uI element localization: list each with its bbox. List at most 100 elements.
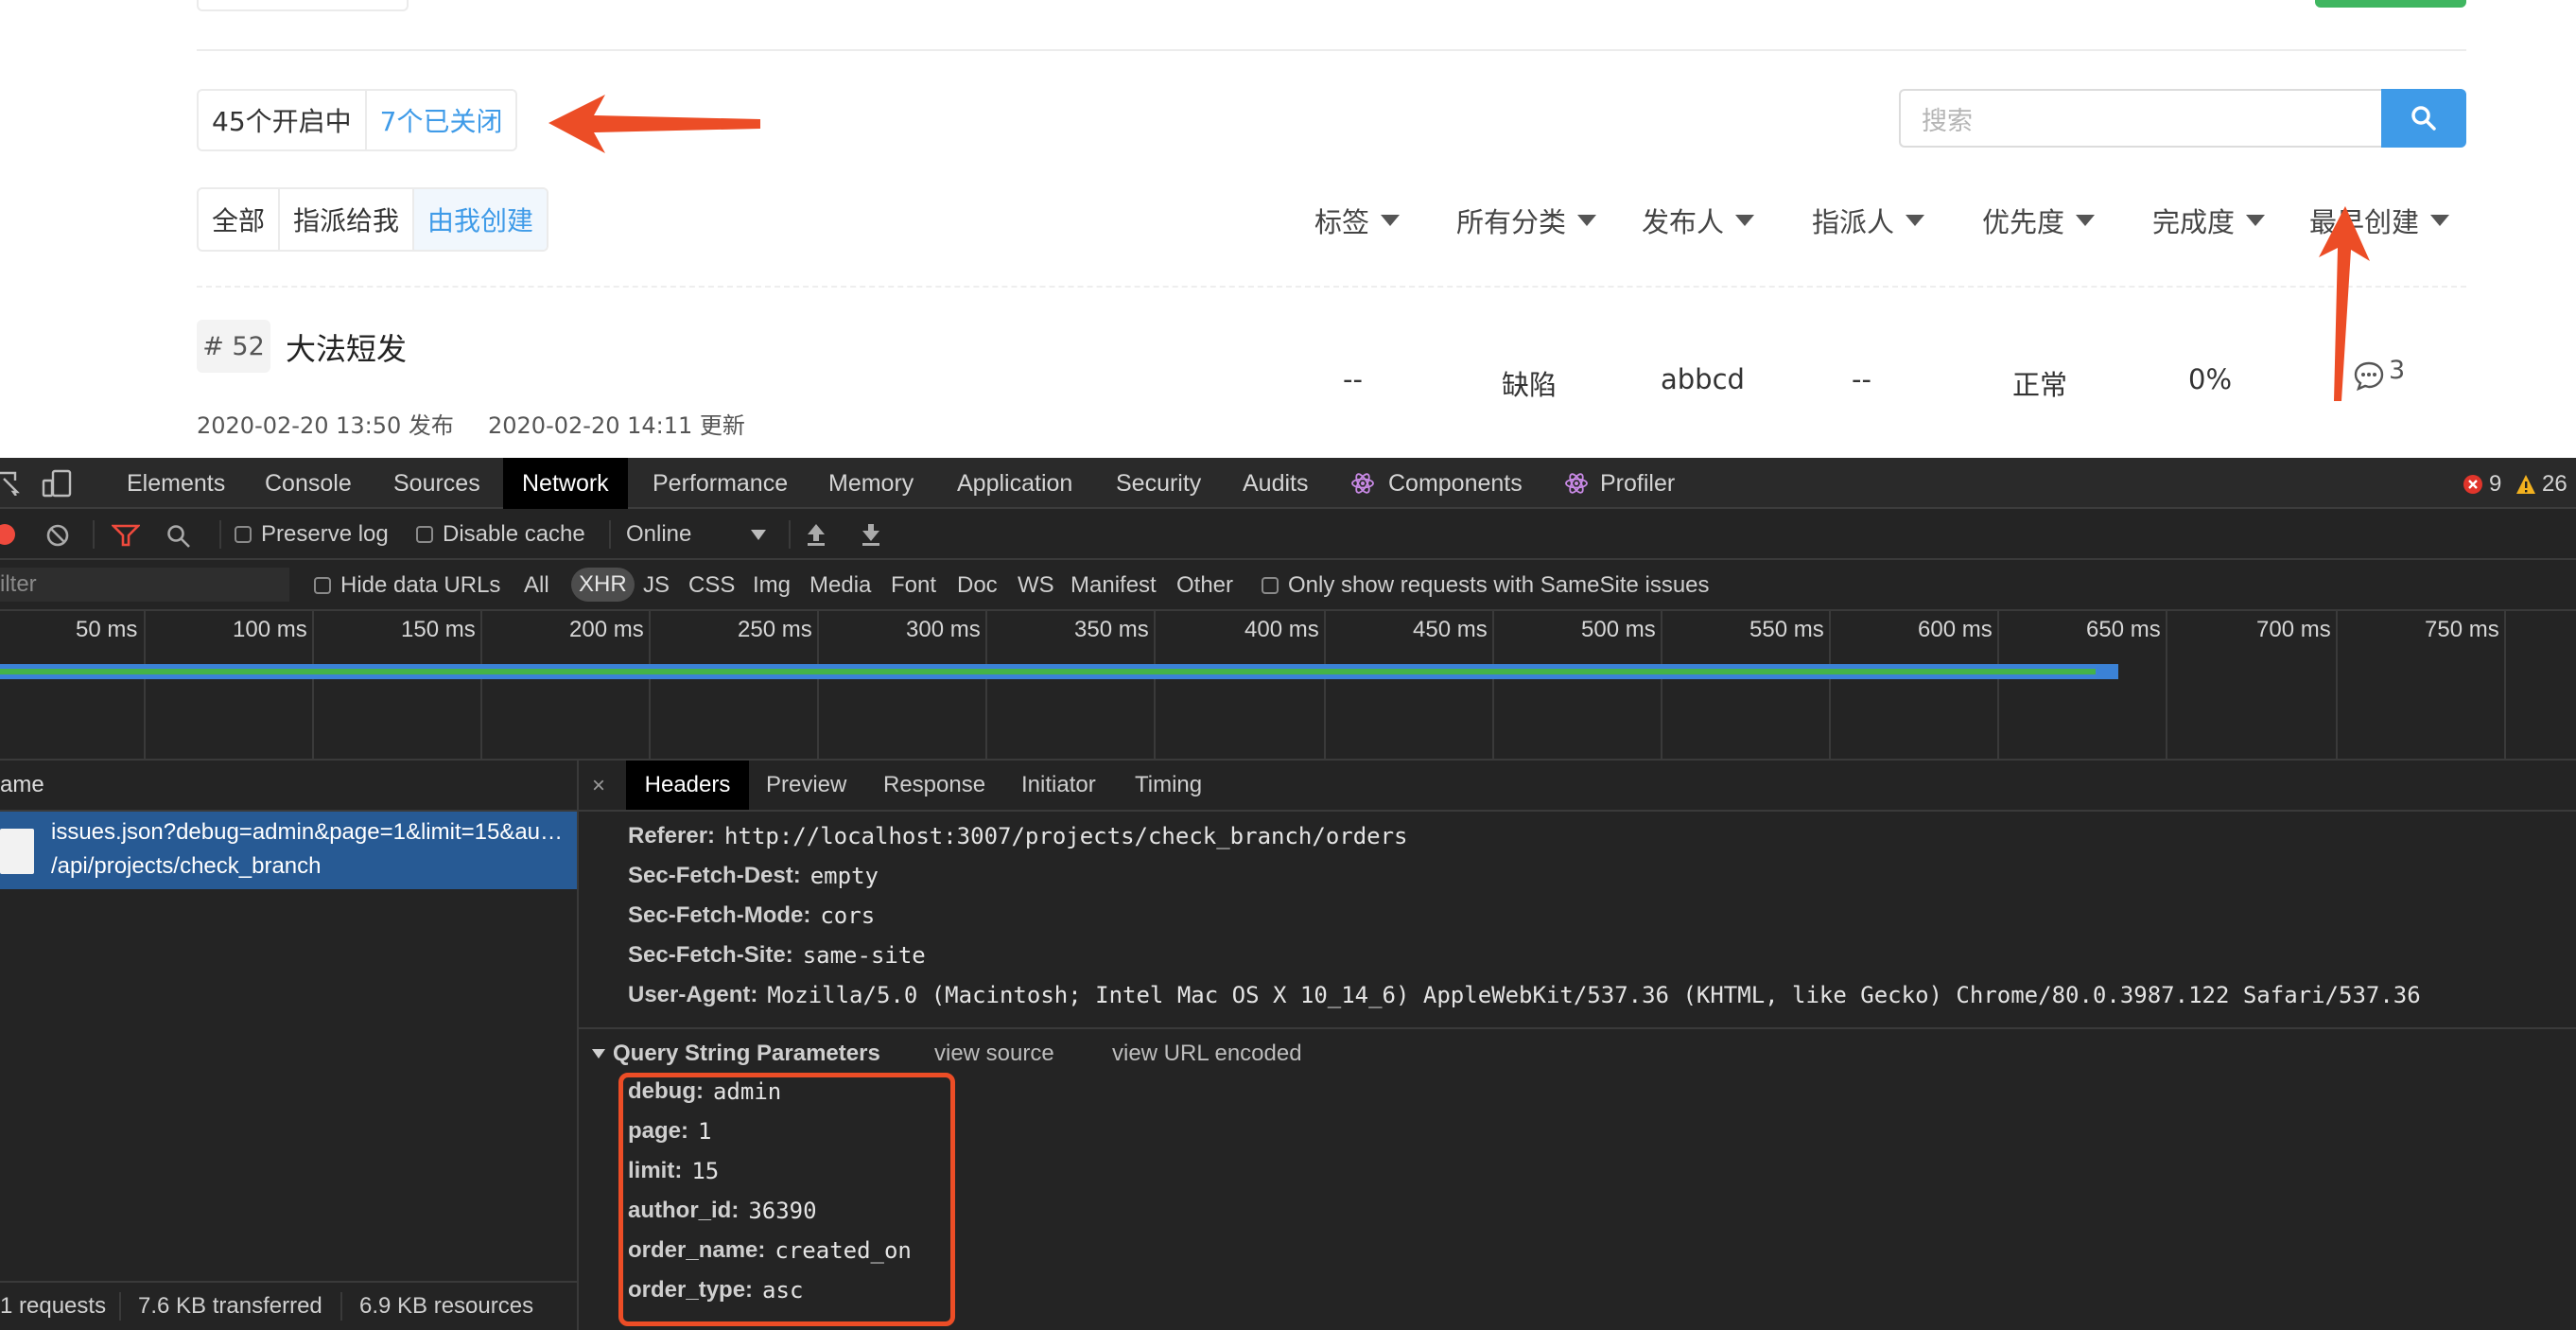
tab-assigned-to-me[interactable]: 指派给我	[278, 189, 412, 250]
filter-type-all[interactable]: All	[524, 571, 549, 600]
top-green-button[interactable]	[2315, 0, 2466, 8]
timeline-gridline	[1997, 611, 1999, 759]
filter-type-xhr[interactable]: XHR	[571, 568, 635, 602]
issue-priority: 正常	[2012, 369, 2068, 401]
inspect-element-icon[interactable]	[0, 471, 23, 496]
timeline-gridline	[2504, 611, 2506, 759]
filter-progress[interactable]: 完成度	[2152, 201, 2266, 240]
filter-type-js[interactable]: JS	[643, 571, 670, 600]
view-source-link[interactable]: view source	[934, 1035, 1054, 1073]
filter-type-doc[interactable]: Doc	[957, 571, 998, 600]
tab-memory[interactable]: Memory	[828, 458, 914, 509]
filter-type-img[interactable]: Img	[753, 571, 791, 600]
request-list-panel: ame issues.json?debug=admin&page=1&limit…	[0, 761, 579, 1330]
timeline-tick: 650 ms	[2086, 617, 2161, 642]
error-counter[interactable]: 9	[2463, 471, 2501, 498]
issue-title[interactable]: 大法短发	[286, 324, 407, 371]
filter-type-ws[interactable]: WS	[1018, 571, 1054, 600]
hide-data-urls-checkbox[interactable]: Hide data URLs	[314, 571, 500, 600]
toolbar-separator	[789, 520, 791, 549]
tab-open-issues[interactable]: 45个开启中	[199, 91, 365, 149]
filter-category[interactable]: 所有分类	[1456, 201, 1597, 240]
filter-author[interactable]: 发布人	[1642, 201, 1755, 240]
timeline-gridline	[2336, 611, 2338, 759]
tab-application[interactable]: Application	[957, 458, 1072, 509]
chevron-down-icon	[2246, 215, 2266, 226]
filter-assignee[interactable]: 指派人	[1812, 201, 1925, 240]
tab-response[interactable]: Response	[883, 761, 985, 810]
header-row-referer: Referer: http://localhost:3007/projects/c…	[628, 823, 1408, 849]
tab-network[interactable]: Network	[503, 458, 628, 509]
filter-type-css[interactable]: CSS	[688, 571, 735, 600]
toolbar-separator	[609, 520, 611, 549]
tab-sources[interactable]: Sources	[393, 458, 480, 509]
tab-closed-issues[interactable]: 7个已关闭	[364, 91, 516, 149]
chevron-down-icon	[1735, 215, 1755, 226]
tab-all[interactable]: 全部	[199, 189, 278, 250]
header-key: Sec-Fetch-Mode:	[628, 902, 811, 928]
download-har-icon[interactable]	[861, 522, 881, 547]
tab-console[interactable]: Console	[265, 458, 352, 509]
warning-counter[interactable]: 26	[2515, 471, 2567, 498]
checkbox-box	[1262, 577, 1279, 594]
warning-icon	[2516, 475, 2535, 494]
upload-har-icon[interactable]	[806, 522, 827, 547]
tab-audits[interactable]: Audits	[1243, 458, 1308, 509]
filter-label: 指派人	[1812, 206, 1895, 238]
filter-type-other[interactable]: Other	[1176, 571, 1233, 600]
tab-elements[interactable]: Elements	[127, 458, 225, 509]
samesite-issues-checkbox[interactable]: Only show requests with SameSite issues	[1262, 571, 1710, 600]
top-pagination-stub[interactable]	[197, 0, 409, 11]
status-tabs: 45个开启中 7个已关闭	[197, 89, 518, 151]
filter-icon[interactable]	[112, 524, 140, 547]
disable-cache-checkbox[interactable]: Disable cache	[416, 520, 585, 549]
filter-tags[interactable]: 标签	[1314, 201, 1401, 240]
filter-type-font[interactable]: Font	[891, 571, 936, 600]
tab-timing[interactable]: Timing	[1135, 761, 1202, 810]
chevron-down-icon	[1381, 215, 1401, 226]
request-timing-bar[interactable]	[0, 664, 2118, 679]
network-filter-bar: ilter Hide data URLs All XHR JS CSS Img …	[0, 560, 2576, 611]
search-button[interactable]	[2381, 89, 2466, 148]
issue-tag: --	[1343, 363, 1363, 395]
filter-label: 优先度	[1982, 206, 2065, 238]
header-key: Referer:	[628, 823, 716, 849]
search-icon[interactable]	[166, 524, 191, 549]
throttling-select[interactable]: Online	[626, 520, 766, 549]
tab-created-by-me[interactable]: 由我创建	[412, 189, 548, 250]
preserve-log-checkbox[interactable]: Preserve log	[235, 520, 389, 549]
timeline-gridline	[312, 611, 314, 759]
details-tabbar: × Headers Preview Response Initiator Tim…	[579, 761, 2576, 812]
tab-preview[interactable]: Preview	[766, 761, 846, 810]
tab-headers[interactable]: Headers	[626, 761, 749, 810]
tab-security[interactable]: Security	[1116, 458, 1201, 509]
tab-initiator[interactable]: Initiator	[1021, 761, 1096, 810]
chevron-down-icon	[1906, 215, 1925, 226]
device-toolbar-icon[interactable]	[42, 469, 74, 498]
request-row[interactable]: issues.json?debug=admin&page=1&limit=15&…	[0, 812, 577, 889]
react-icon	[1565, 473, 1588, 494]
devtools-panel: Elements Console Sources Network Perform…	[0, 458, 2576, 1330]
query-string-section-header[interactable]: Query String Parameters	[592, 1035, 880, 1073]
checkbox-box	[416, 526, 433, 543]
filter-input[interactable]: ilter	[0, 568, 289, 602]
view-url-encoded-link[interactable]: view URL encoded	[1112, 1035, 1302, 1073]
timeline-gridline	[817, 611, 819, 759]
list-divider	[197, 286, 2466, 288]
filter-priority[interactable]: 优先度	[1982, 201, 2096, 240]
close-icon[interactable]: ×	[588, 772, 609, 800]
tab-profiler[interactable]: Profiler	[1600, 458, 1675, 509]
tab-components[interactable]: Components	[1388, 458, 1523, 509]
record-button[interactable]	[0, 524, 15, 545]
status-separator	[119, 1292, 121, 1321]
document-icon	[0, 829, 34, 874]
tab-performance[interactable]: Performance	[653, 458, 788, 509]
timeline-tick: 550 ms	[1749, 617, 1824, 642]
search-input[interactable]: 搜索	[1899, 89, 2383, 148]
clear-icon[interactable]	[45, 523, 70, 548]
top-divider	[197, 49, 2466, 51]
filter-type-media[interactable]: Media	[809, 571, 871, 600]
issue-category: 缺陷	[1502, 369, 1558, 401]
name-column-header[interactable]: ame	[0, 772, 44, 798]
filter-type-manifest[interactable]: Manifest	[1070, 571, 1157, 600]
